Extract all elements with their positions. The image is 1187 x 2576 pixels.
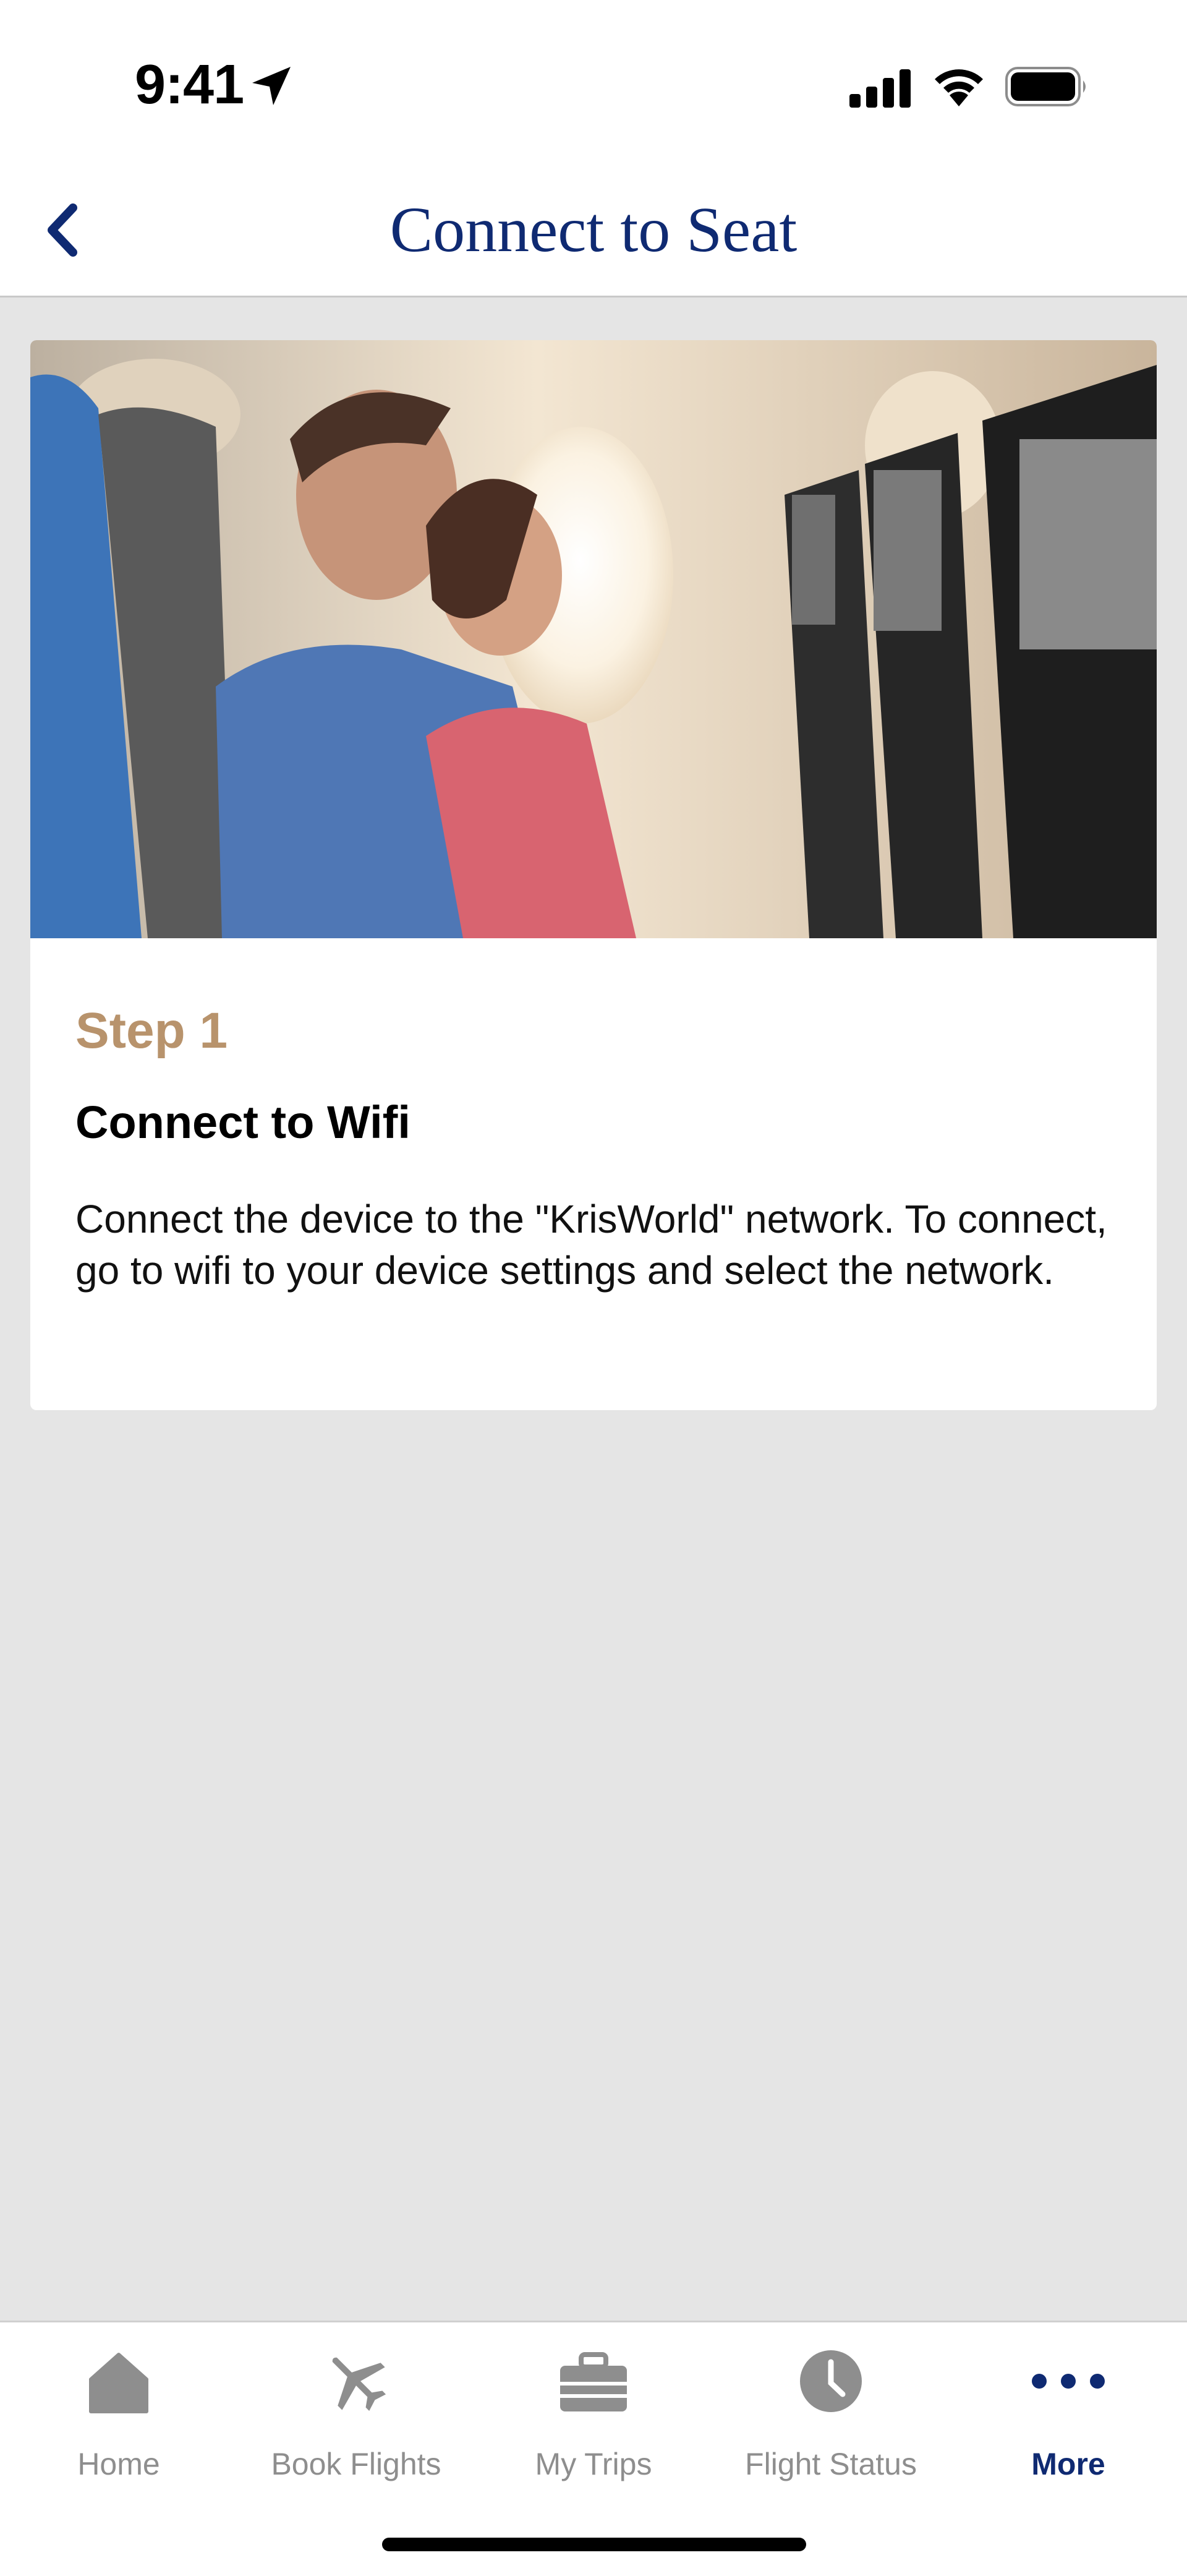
tab-bar: Home Book Flights My Trips Flight Status — [0, 2321, 1187, 2576]
tab-more[interactable]: More — [950, 2322, 1187, 2496]
airplane-icon — [332, 2357, 386, 2411]
tab-label-home: Home — [77, 2447, 160, 2481]
tab-label-my-trips: My Trips — [535, 2447, 652, 2481]
cellular-signal-icon — [849, 69, 911, 108]
suitcase-icon — [560, 2352, 627, 2411]
tab-label-flight-status: Flight Status — [745, 2447, 917, 2481]
navigation-header: Connect to Seat — [0, 167, 1187, 297]
home-icon — [89, 2353, 148, 2413]
step-card: Step 1 Connect to Wifi Connect the devic… — [30, 340, 1157, 1410]
tab-my-trips[interactable]: My Trips — [475, 2322, 712, 2496]
tab-label-more: More — [1031, 2447, 1105, 2481]
page-title: Connect to Seat — [389, 194, 798, 265]
wifi-icon — [935, 69, 983, 106]
hero-image — [30, 340, 1157, 938]
tab-book-flights[interactable]: Book Flights — [237, 2322, 475, 2496]
status-time: 9:41 — [135, 54, 244, 116]
step-description: Connect the device to the "KrisWorld" ne… — [75, 1197, 1107, 1293]
location-arrow-icon — [252, 67, 291, 105]
tab-home[interactable]: Home — [0, 2322, 237, 2496]
step-number: Step 1 — [75, 1003, 228, 1059]
tab-label-book-flights: Book Flights — [271, 2447, 441, 2481]
status-bar: 9:41 — [0, 0, 1187, 167]
home-indicator[interactable] — [382, 2538, 806, 2551]
more-dots-icon — [1032, 2374, 1105, 2389]
battery-icon — [1005, 67, 1086, 106]
step-title: Connect to Wifi — [75, 1097, 411, 1148]
clock-icon — [800, 2350, 862, 2412]
tab-flight-status[interactable]: Flight Status — [712, 2322, 950, 2496]
